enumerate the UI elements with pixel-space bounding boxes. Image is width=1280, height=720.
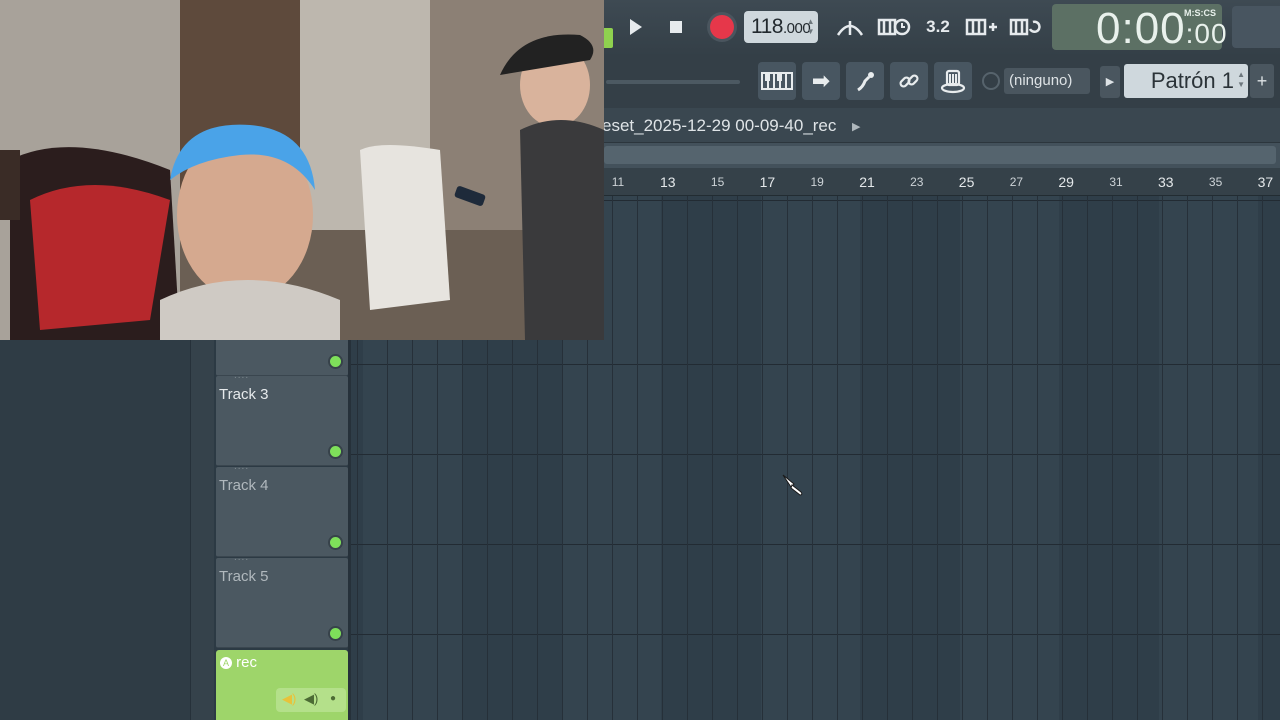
track-grip-icon: .... <box>234 461 250 472</box>
track-header[interactable]: .... Track 3 <box>216 370 348 466</box>
metronome-icon <box>836 21 864 36</box>
ruler-bar-number: 33 <box>1158 174 1174 190</box>
tempo-value: 118 <box>751 15 783 38</box>
playlist-title: eset_2025-12-29 00-09-40_rec <box>602 116 837 135</box>
ruler-bar-number: 15 <box>710 175 725 189</box>
loop-record-button[interactable] <box>1008 9 1044 45</box>
add-pattern-button[interactable]: + <box>1250 64 1274 98</box>
song-time-display[interactable]: 0:00:00 M:S:CS <box>1052 4 1227 53</box>
rec-track-controls: ◀) ◀) ● <box>276 688 346 712</box>
webcam-overlay <box>0 0 604 340</box>
triangle-right-icon: ▶ <box>1105 76 1115 88</box>
ruler-bar-number: 23 <box>910 175 924 189</box>
speaker-icon[interactable]: ◀) <box>282 691 296 707</box>
piano-clock-icon <box>877 18 911 36</box>
panel-splitter[interactable] <box>190 340 214 720</box>
track-mute-led[interactable] <box>330 446 341 457</box>
ruler-bar-number: 37 <box>1257 174 1274 190</box>
track-mute-led[interactable] <box>330 628 341 639</box>
piano-roll-button[interactable] <box>758 62 796 100</box>
metronome-button[interactable] <box>832 9 868 45</box>
wait-input-button[interactable] <box>876 9 912 45</box>
ruler-bar-number: 31 <box>1109 175 1123 189</box>
picker-panel <box>0 340 190 720</box>
track-name: Track 5 <box>219 568 269 585</box>
track-name: Track 4 <box>219 477 269 494</box>
ruler-bar-number: 17 <box>759 174 776 190</box>
pattern-name: Patrón 1 <box>1150 68 1234 93</box>
ruler-bar-number: 29 <box>1058 174 1074 190</box>
webcam-image <box>0 0 604 340</box>
countdown-icon: 3.2 <box>926 17 950 36</box>
paint-brush-cursor-icon <box>780 472 806 503</box>
pattern-spinner-icon[interactable]: ▲ ▼ <box>1237 70 1245 90</box>
track-name: rec <box>236 654 258 671</box>
track-grip-icon: .... <box>234 370 250 381</box>
volume-icon[interactable]: ◀) <box>304 691 318 707</box>
piano-loop-icon <box>1009 18 1041 36</box>
fl-studio-window: 118.000 ▲ ▼ 3.2 0:00:00 M:S:CS ➡ (ninguno… <box>0 0 1280 720</box>
ruler-bar-number: 25 <box>958 174 975 190</box>
audio-clip-icon: A <box>220 657 232 669</box>
tempo-spinner-icon[interactable]: ▲ ▼ <box>807 17 815 37</box>
dot-icon[interactable]: ● <box>330 693 336 704</box>
pattern-selector[interactable]: Patrón 1 ▲ ▼ <box>1124 64 1248 98</box>
ruler-bar-number: 21 <box>859 174 875 190</box>
play-icon <box>629 19 642 35</box>
link-icon <box>899 74 919 88</box>
tempo-display[interactable]: 118.000 ▲ ▼ <box>744 11 818 43</box>
plug-icon <box>857 72 874 92</box>
headphone-icon <box>982 72 1000 90</box>
track-divider <box>348 340 351 720</box>
hat-icon <box>940 69 966 94</box>
cpu-monitor <box>1232 6 1280 48</box>
ruler-bar-number: 11 <box>611 175 625 189</box>
plugin-picker-button[interactable] <box>846 62 884 100</box>
ruler-bar-number: 27 <box>1009 175 1024 189</box>
rec-track-label: A rec <box>220 654 257 671</box>
scrollbar-thumb[interactable] <box>604 146 1276 164</box>
chevron-right-icon[interactable]: ▶ <box>852 120 860 133</box>
record-button[interactable] <box>704 9 740 45</box>
track-header[interactable]: .... Track 4 <box>216 461 348 557</box>
track-header[interactable]: .... Track 5 <box>216 552 348 648</box>
step-edit-button[interactable] <box>964 9 1000 45</box>
track-name: Track 3 <box>219 386 269 403</box>
keyboard-icon <box>761 72 793 90</box>
piano-plus-icon <box>965 18 997 36</box>
track-grip-icon: .... <box>234 552 250 563</box>
rec-track-header[interactable]: A rec ◀) ◀) ● <box>216 650 348 720</box>
time-format-label: M:S:CS <box>1184 8 1216 18</box>
stop-icon <box>670 21 682 33</box>
timeline-ruler[interactable] <box>600 168 1280 196</box>
track-mute-led[interactable] <box>330 356 341 367</box>
mixer-button[interactable] <box>934 62 972 100</box>
time-centiseconds: :00 <box>1185 18 1228 49</box>
next-button[interactable]: ➡ <box>802 62 840 100</box>
track-mute-led[interactable] <box>330 537 341 548</box>
ruler-bar-number: 19 <box>810 175 824 189</box>
ruler-bar-number: 13 <box>660 174 676 190</box>
stop-button[interactable] <box>658 9 694 45</box>
arrow-right-icon: ➡ <box>811 68 831 93</box>
record-icon <box>710 15 734 39</box>
time-minutes-seconds: 0:00 <box>1096 4 1186 53</box>
pattern-arrow-button[interactable]: ▶ <box>1100 66 1120 98</box>
pattern-dropdown[interactable]: (ninguno) <box>1004 68 1090 94</box>
ruler-bar-number: 35 <box>1208 175 1223 189</box>
play-button[interactable] <box>616 9 652 45</box>
countdown-button[interactable]: 3.2 <box>920 9 956 45</box>
master-pitch-slider[interactable] <box>606 80 740 84</box>
link-button[interactable] <box>890 62 928 100</box>
